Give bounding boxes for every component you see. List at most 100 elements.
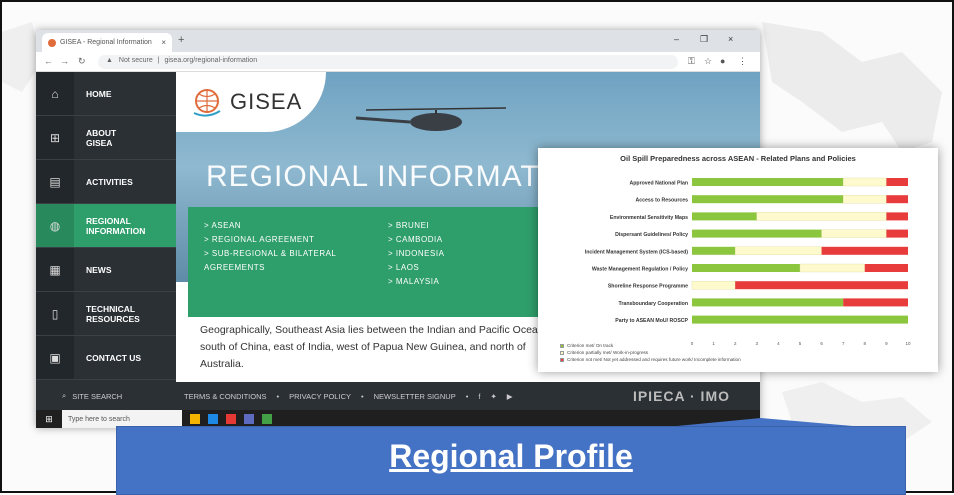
footer-link[interactable]: TERMS & CONDITIONS (184, 392, 267, 401)
bar-segment (843, 298, 908, 307)
bar-segment (864, 264, 908, 272)
windows-start-icon[interactable]: ⊞ (36, 414, 62, 425)
partner-logos: IPIECA · IMO (632, 388, 730, 404)
youtube-icon[interactable]: ▶ (507, 392, 513, 401)
category-label: Transboundary Cooperation (619, 301, 688, 307)
bar-segment (691, 280, 736, 290)
document-icon: ▯ (36, 292, 74, 335)
x-tick-label: 4 (777, 341, 780, 346)
url-text: gisea.org/regional-information (164, 57, 258, 64)
favicon-icon (48, 38, 56, 47)
legend-item: Criterion not met/ Not yet addressed and… (560, 356, 741, 363)
footer-link[interactable]: PRIVACY POLICY (289, 392, 351, 401)
maximize-button[interactable]: ❐ (700, 34, 708, 45)
forward-icon[interactable]: → (60, 56, 69, 66)
globe-icon: ◍ (36, 204, 74, 247)
x-tick-label: 8 (864, 341, 867, 346)
bar-segment (735, 281, 908, 290)
tab-bar: GISEA - Regional Information × + – ❐ × (36, 30, 760, 52)
new-tab-button[interactable]: + (178, 34, 184, 46)
close-window-button[interactable]: × (728, 34, 733, 44)
nav-label: TECHNICAL RESOURCES (86, 303, 140, 324)
regional-profile-banner: Regional Profile (116, 416, 906, 495)
nav-item-technical-resources[interactable]: ▯ TECHNICAL RESOURCES (36, 292, 176, 336)
menu-link[interactable]: > SUB-REGIONAL & BILATERAL AGREEMENTS (204, 247, 364, 275)
category-label: Access to Resources (636, 198, 689, 204)
slide: GISEA - Regional Information × + – ❐ × ←… (0, 0, 954, 495)
x-tick-label: 5 (799, 341, 802, 346)
footer-link[interactable]: NEWSLETTER SIGNUP (374, 392, 456, 401)
bar-segment (692, 178, 844, 186)
news-icon: ▦ (36, 248, 74, 291)
globe-logo-icon (193, 89, 221, 117)
site-search-label: SITE SEARCH (72, 391, 123, 401)
nav-item-regional-information[interactable]: ◍ REGIONAL INFORMATION (36, 204, 176, 248)
profile-icon[interactable]: ● (720, 56, 725, 66)
menu-link[interactable]: > LAOS (388, 261, 444, 275)
nav-item-home[interactable]: ⌂ HOME (36, 72, 176, 116)
category-label: Dispersant Guidelines/ Policy (615, 232, 688, 238)
menu-link[interactable]: > REGIONAL AGREEMENT (204, 233, 364, 247)
menu-kebab-icon[interactable]: ⋮ (738, 56, 747, 67)
bar-segment (886, 212, 908, 221)
footer-separator: • (276, 391, 280, 401)
facebook-icon[interactable]: f (478, 392, 480, 401)
nav-item-contact[interactable]: ▣ CONTACT US (36, 336, 176, 380)
legend-swatch (560, 343, 564, 348)
bar-segment (692, 212, 757, 221)
x-tick-label: 3 (756, 341, 759, 346)
bar-segment (692, 298, 844, 307)
nav-label: ACTIVITIES (86, 176, 133, 187)
x-tick-label: 10 (905, 341, 911, 346)
bar-segment (756, 212, 887, 221)
nav-item-news[interactable]: ▦ NEWS (36, 248, 176, 292)
banner-title[interactable]: Regional Profile (116, 438, 906, 475)
footer-links: TERMS & CONDITIONS • PRIVACY POLICY • NE… (184, 392, 513, 401)
chart-title: Oil Spill Preparedness across ASEAN - Re… (620, 154, 856, 163)
menu-link[interactable]: > BRUNEI (388, 219, 444, 233)
menu-column-right: > BRUNEI > CAMBODIA > INDONESIA > LAOS >… (388, 219, 444, 289)
legend-swatch (560, 357, 564, 362)
menu-link[interactable]: > MALAYSIA (388, 275, 444, 289)
chart-legend: Criterion met/ On track Criterion partia… (560, 342, 741, 363)
site-search[interactable]: ⌕ SITE SEARCH (36, 391, 176, 401)
site-logo[interactable]: GISEA (176, 72, 326, 132)
bar-segment (821, 246, 908, 255)
menu-link[interactable]: > CAMBODIA (388, 233, 444, 247)
legend-label: Criterion partially met/ Work-in-progres… (567, 350, 649, 355)
nav-label: ABOUT GISEA (86, 127, 117, 148)
calendar-icon: ▤ (36, 160, 74, 203)
helicopter-image (355, 107, 507, 131)
star-icon[interactable]: ☆ (704, 56, 712, 67)
menu-link[interactable]: > ASEAN (204, 219, 364, 233)
site-footer: ⌕ SITE SEARCH TERMS & CONDITIONS • PRIVA… (36, 382, 760, 410)
stacked-bar-chart: Approved National Plan Access to Resource… (585, 177, 911, 346)
nav-label: REGIONAL INFORMATION (86, 215, 146, 236)
x-tick-label: 6 (820, 341, 823, 346)
twitter-icon[interactable]: ✦ (490, 392, 496, 401)
bar-segment (692, 229, 822, 238)
menu-link[interactable]: > INDONESIA (388, 247, 444, 261)
bar-segment (843, 177, 887, 187)
nav-item-about[interactable]: ⊞ ABOUT GISEA (36, 116, 176, 160)
url-field[interactable]: ▲ Not secure | gisea.org/regional-inform… (98, 55, 678, 69)
tab-close-icon[interactable]: × (161, 38, 166, 47)
bar-segment (692, 246, 736, 255)
nav-label: NEWS (86, 264, 112, 275)
nav-item-activities[interactable]: ▤ ACTIVITIES (36, 160, 176, 204)
legend-label: Criterion not met/ Not yet addressed and… (567, 357, 741, 362)
browser-tab[interactable]: GISEA - Regional Information × (42, 33, 172, 52)
minimize-button[interactable]: – (674, 34, 679, 44)
legend-label: Criterion met/ On track (567, 343, 614, 348)
reload-icon[interactable]: ↻ (78, 56, 86, 67)
bar-segment (734, 246, 822, 256)
back-icon[interactable]: ← (44, 56, 53, 66)
legend-item: Criterion partially met/ Work-in-progres… (560, 349, 741, 356)
bar-segment (886, 195, 908, 204)
warning-icon: ▲ (106, 57, 113, 64)
region-description: Geographically, Southeast Asia lies betw… (200, 324, 556, 370)
bar-segment (692, 264, 800, 272)
bar-segment (821, 229, 887, 238)
nav-label: HOME (86, 88, 112, 99)
key-icon[interactable]: ⚿ (688, 56, 695, 67)
